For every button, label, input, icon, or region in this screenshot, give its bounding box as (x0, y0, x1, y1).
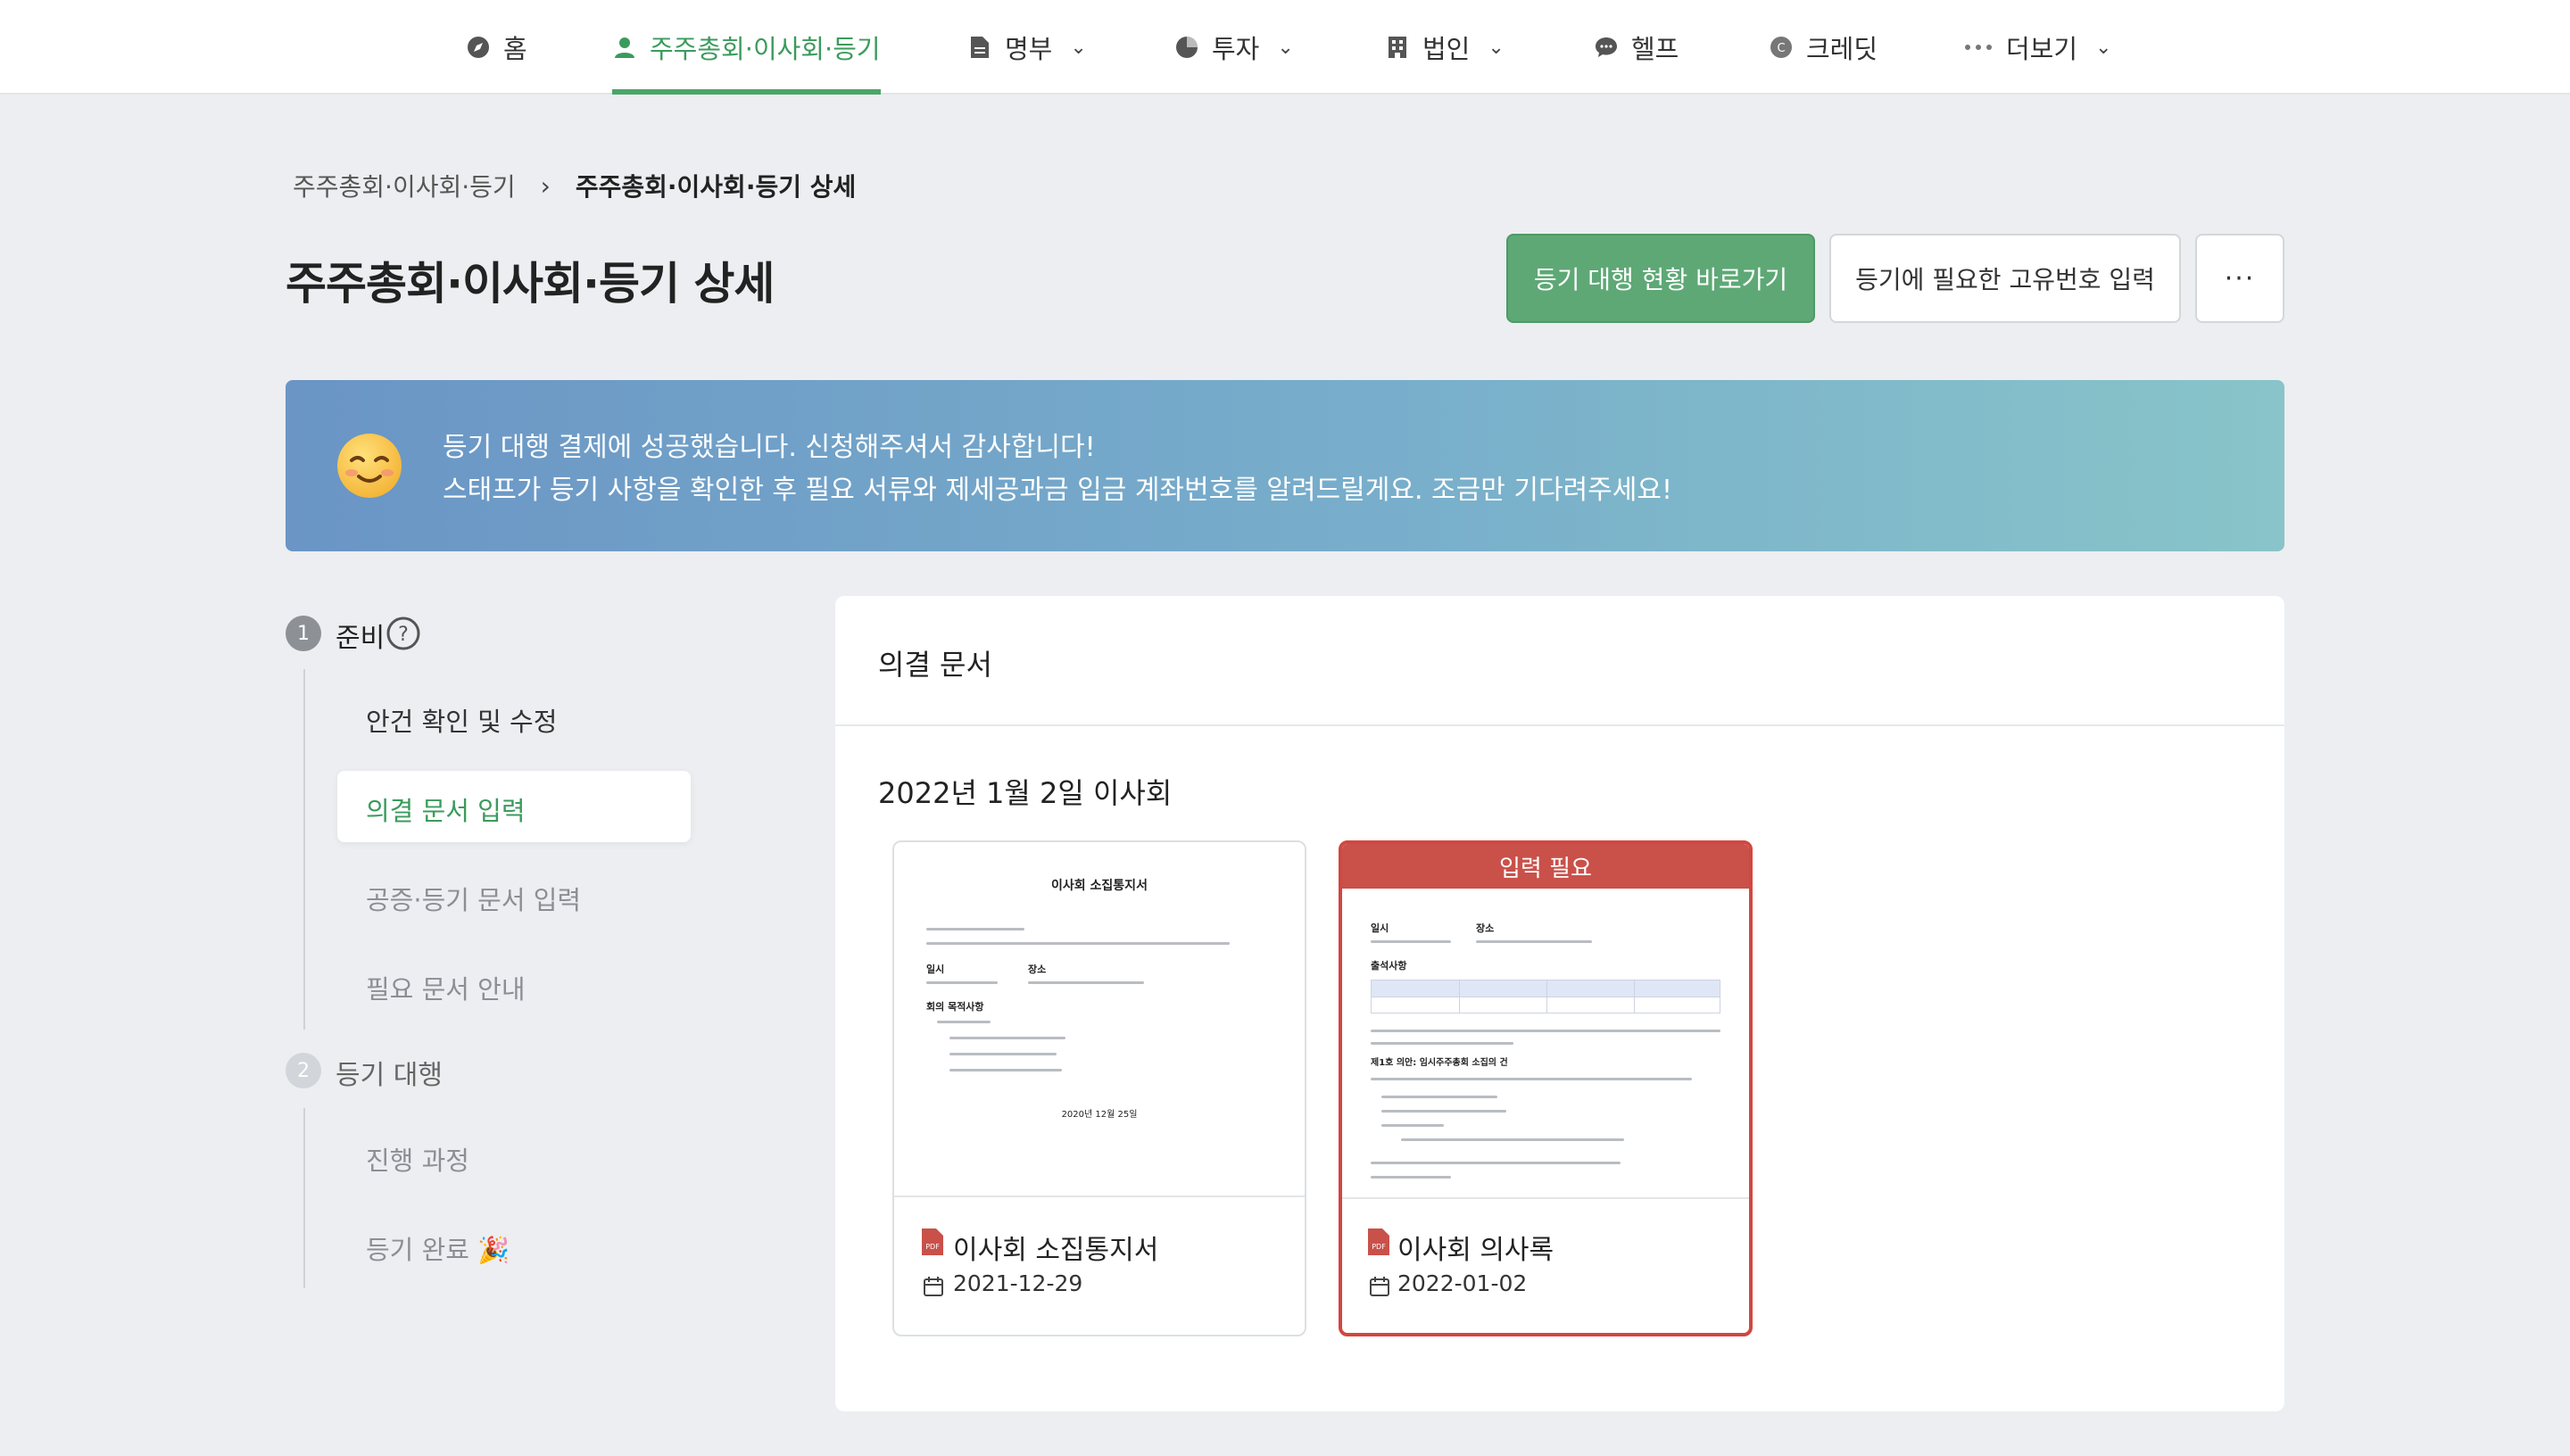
step-item-enter-resolution-docs[interactable]: 의결 문서 입력 (337, 771, 691, 842)
step-item-complete[interactable]: 등기 완료 🎉 (366, 1229, 510, 1267)
preview-section: 회의 목적사항 (926, 1001, 984, 1013)
preview-agenda: 제1호 의안: 임시주주총회 소집의 건 (1371, 1058, 1508, 1068)
step-item-review-agenda[interactable]: 안건 확인 및 수정 (366, 701, 557, 739)
nav-label-corporation: 법인 (1422, 34, 1471, 64)
preview-section: 출석사항 (1371, 960, 1407, 972)
divider (835, 724, 2284, 726)
step-1-line (303, 669, 305, 1030)
breadcrumb: 주주총회·이사회·등기 › 주주총회·이사회·등기 상세 (293, 168, 856, 203)
chevron-down-icon: ⌄ (1488, 36, 1505, 59)
breadcrumb-parent-link[interactable]: 주주총회·이사회·등기 (293, 168, 516, 203)
document-card-minutes[interactable]: 일시 장소 출석사항 제1호 의안: 임시주주총회 소집의 건 입력 필요 PD… (1339, 840, 1753, 1336)
smiling-face-emoji (334, 430, 405, 501)
preview-col-date: 일시 (1371, 922, 1389, 934)
meeting-title: 2022년 1월 2일 이사회 (878, 776, 1173, 810)
page-title: 주주총회·이사회·등기 상세 (286, 258, 775, 310)
nav-item-registry[interactable]: 명부 ⌄ (967, 0, 1087, 95)
document-name: 이사회 의사록 (1397, 1235, 1554, 1266)
breadcrumb-current: 주주총회·이사회·등기 상세 (575, 172, 857, 202)
nav-label-help: 헬프 (1631, 34, 1679, 64)
nav-item-meetings[interactable]: 주주총회·이사회·등기 (612, 0, 881, 95)
preview-col-date: 일시 (926, 964, 945, 975)
top-navigation: 홈 주주총회·이사회·등기 명부 ⌄ 투자 ⌄ 법인 ⌄ 헬프 C 크레딧 더보… (0, 0, 2570, 95)
step-item-notary-docs[interactable]: 공증·등기 문서 입력 (366, 880, 581, 917)
nav-label-registry: 명부 (1005, 34, 1053, 64)
svg-text:PDF: PDF (925, 1243, 940, 1251)
calendar-icon (923, 1276, 944, 1297)
document-date: 2021-12-29 (953, 1270, 1083, 1296)
step-number-2: 2 (286, 1053, 321, 1088)
chat-icon (1594, 35, 1619, 60)
step-number-1: 1 (286, 616, 321, 651)
nav-label-more: 더보기 (2006, 34, 2078, 64)
chevron-down-icon: ⌄ (1070, 36, 1087, 59)
compass-icon (466, 35, 491, 60)
nav-item-help[interactable]: 헬프 (1594, 0, 1679, 95)
nav-item-credit[interactable]: C 크레딧 (1769, 0, 1878, 95)
step-item-label: 의결 문서 입력 (366, 796, 526, 826)
step-item-required-docs-guide[interactable]: 필요 문서 안내 (366, 969, 526, 1006)
document-icon (967, 35, 992, 60)
step-2-line (303, 1108, 305, 1288)
svg-text:PDF: PDF (1372, 1243, 1386, 1251)
input-required-badge: 입력 필요 (1342, 844, 1749, 889)
svg-text:?: ? (398, 624, 409, 646)
pie-chart-icon (1174, 35, 1199, 60)
coin-icon: C (1769, 35, 1794, 60)
step-title-prepare: 준비 (336, 623, 386, 654)
step-title-registration: 등기 대행 (336, 1060, 443, 1091)
banner-message-line1: 등기 대행 결제에 성공했습니다. 신청해주셔서 감사합니다! (443, 432, 1096, 463)
preview-footer-date: 2020년 12월 25일 (1061, 1110, 1138, 1120)
person-icon (612, 35, 637, 60)
nav-label-home: 홈 (503, 34, 527, 64)
success-banner: 등기 대행 결제에 성공했습니다. 신청해주셔서 감사합니다! 스태프가 등기 … (286, 380, 2284, 551)
preview-col-place: 장소 (1476, 922, 1495, 934)
resolution-docs-card: 의결 문서 2022년 1월 2일 이사회 이사회 소집통지서 일시 장소 회의… (835, 596, 2284, 1411)
document-card-notice[interactable]: 이사회 소집통지서 일시 장소 회의 목적사항 2020년 12월 25일 PD… (892, 840, 1306, 1336)
nav-label-credit: 크레딧 (1806, 34, 1878, 64)
step-item-progress[interactable]: 진행 과정 (366, 1140, 469, 1178)
pdf-icon: PDF (921, 1228, 944, 1256)
question-circle-icon[interactable]: ? (386, 616, 421, 651)
banner-message-line2: 스태프가 등기 사항을 확인한 후 필요 서류와 제세공과금 입금 계좌번호를 … (443, 475, 1672, 506)
card-title: 의결 문서 (878, 648, 992, 682)
chevron-down-icon: ⌄ (1277, 36, 1294, 59)
preview-col-place: 장소 (1028, 964, 1047, 975)
document-preview: 이사회 소집통지서 일시 장소 회의 목적사항 2020년 12월 25일 (894, 842, 1305, 1197)
nav-label-meetings: 주주총회·이사회·등기 (650, 34, 881, 64)
nav-item-home[interactable]: 홈 (466, 0, 527, 95)
svg-text:C: C (1777, 42, 1785, 55)
building-icon (1385, 35, 1410, 60)
enter-unique-number-button[interactable]: 등기에 필요한 고유번호 입력 (1829, 234, 2181, 323)
chevron-right-icon: › (540, 170, 551, 201)
nav-item-corporation[interactable]: 법인 ⌄ (1385, 0, 1505, 95)
nav-item-investment[interactable]: 투자 ⌄ (1174, 0, 1294, 95)
preview-heading: 이사회 소집통지서 (1051, 879, 1148, 893)
nav-item-more[interactable]: 더보기 ⌄ (1963, 0, 2111, 95)
calendar-icon (1369, 1276, 1390, 1297)
registration-status-button[interactable]: 등기 대행 현황 바로가기 (1506, 234, 1815, 323)
document-preview: 일시 장소 출석사항 제1호 의안: 임시주주총회 소집의 건 입력 필요 (1342, 844, 1749, 1199)
pdf-icon: PDF (1367, 1228, 1390, 1256)
dots-icon (1963, 35, 1994, 60)
document-name: 이사회 소집통지서 (953, 1235, 1159, 1266)
more-options-button[interactable]: ··· (2195, 234, 2284, 323)
chevron-down-icon: ⌄ (2095, 36, 2112, 59)
nav-label-investment: 투자 (1212, 34, 1260, 64)
document-date: 2022-01-02 (1397, 1270, 1528, 1296)
